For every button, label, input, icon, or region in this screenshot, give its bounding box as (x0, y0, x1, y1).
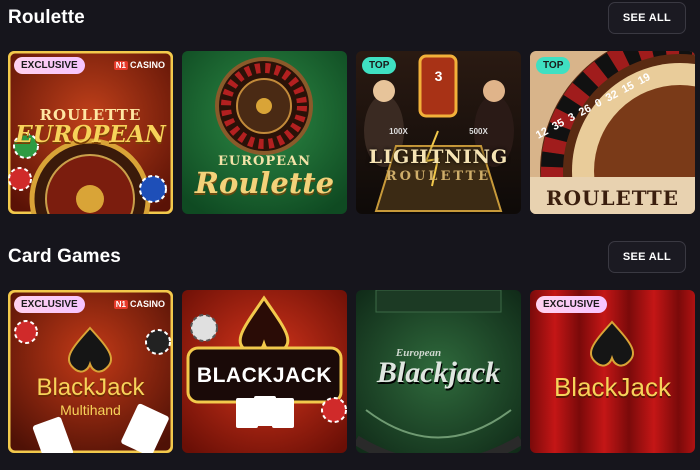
game-title-line1: BlackJack (36, 374, 145, 401)
card-games-section-header: Card Games SEE ALL (8, 241, 686, 273)
provider-logo: N1 CASINO (113, 299, 165, 309)
game-tile-european-blackjack[interactable]: European Blackjack (356, 290, 521, 453)
exclusive-badge: EXCLUSIVE (14, 57, 85, 74)
game-title-line1: LIGHTNING (368, 146, 509, 168)
game-title-line2: Blackjack (376, 356, 501, 389)
section-title-roulette: Roulette (8, 7, 85, 28)
game-title-line2: EUROPEAN (15, 121, 166, 148)
game-tile-blackjack[interactable]: BLACKJACK (182, 290, 347, 453)
game-title: BLACKJACK (196, 364, 333, 387)
game-tile-lightning-roulette[interactable]: TOP 3 100X 500X LIGHTNING ROULETTE (356, 51, 521, 214)
game-tile-european-roulette[interactable]: EUROPEAN Roulette (182, 51, 347, 214)
game-title-line2: ROULETTE (385, 169, 492, 184)
provider-name: CASINO (129, 60, 165, 70)
see-all-roulette-button[interactable]: SEE ALL (607, 2, 686, 34)
wheel-number: 0 (593, 96, 605, 111)
multiplier-right: 500X (469, 127, 488, 136)
game-title-line2: Roulette (194, 166, 335, 200)
top-badge: TOP (536, 57, 571, 74)
game-tile-roulette-european[interactable]: EXCLUSIVE N1 CASINO ROULETTE EUROPEAN (8, 51, 173, 214)
game-title: ROULETTE (545, 186, 680, 210)
section-title-card-games: Card Games (8, 246, 121, 267)
blackjack-multihand-artwork (8, 290, 173, 453)
game-title-line2: Multihand (60, 402, 121, 418)
top-badge: TOP (362, 57, 397, 74)
game-tile-blackjack-multihand[interactable]: EXCLUSIVE N1 CASINO BlackJack Multihand (8, 290, 173, 453)
game-title: BlackJack (553, 372, 672, 402)
wheel-number: 3 (566, 110, 578, 125)
provider-name: CASINO (129, 299, 165, 309)
exclusive-badge: EXCLUSIVE (536, 296, 607, 313)
see-all-card-games-button[interactable]: SEE ALL (607, 241, 686, 273)
game-tile-roulette[interactable]: TOP ROULETTE 12 35 3 26 0 32 15 19 (530, 51, 695, 214)
roulette-section-header: Roulette SEE ALL (8, 2, 686, 34)
exclusive-badge: EXCLUSIVE (14, 296, 85, 313)
game-tile-blackjack-exclusive[interactable]: EXCLUSIVE BlackJack (530, 290, 695, 453)
provider-logo: N1 CASINO (113, 60, 165, 70)
